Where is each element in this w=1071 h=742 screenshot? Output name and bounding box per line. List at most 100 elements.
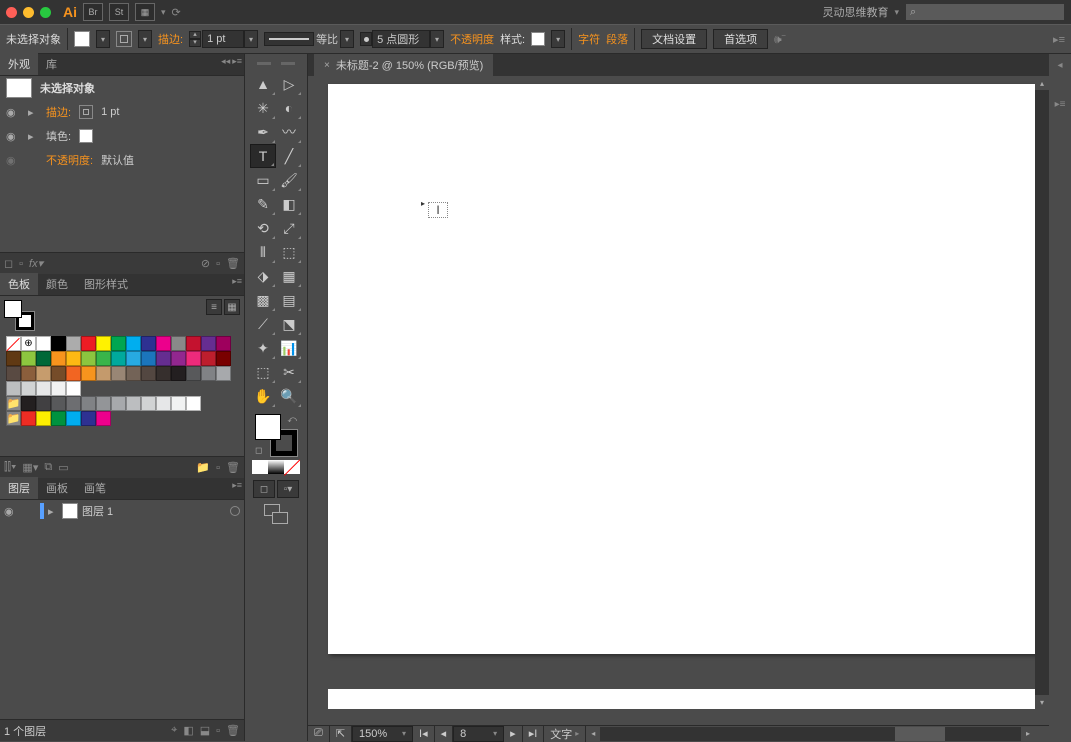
gpu-status-icon[interactable]: ⎚ bbox=[308, 726, 330, 742]
tab-swatches[interactable]: 色板 bbox=[0, 273, 38, 295]
tool-paintbrush[interactable]: 🖌 bbox=[276, 168, 302, 192]
fill-dropdown-icon[interactable]: ▾ bbox=[96, 30, 110, 48]
window-minimize-button[interactable] bbox=[23, 7, 34, 18]
tool-eyedropper[interactable]: ⟋ bbox=[250, 312, 276, 336]
layer-icon[interactable]: ▫ bbox=[19, 258, 23, 270]
fx-icon[interactable]: fx▾ bbox=[29, 257, 43, 270]
swatch-cell[interactable] bbox=[66, 381, 81, 396]
swatch-cell[interactable] bbox=[141, 396, 156, 411]
stroke-weight-dropdown-icon[interactable]: ▾ bbox=[244, 30, 258, 48]
close-tab-icon[interactable]: × bbox=[324, 60, 330, 71]
grid-view-icon[interactable]: ▦ bbox=[224, 299, 240, 315]
tab-color[interactable]: 颜色 bbox=[38, 273, 76, 295]
swap-fill-stroke-icon[interactable]: ⤺ bbox=[287, 414, 297, 425]
stroke-attr-label[interactable]: 描边: bbox=[46, 104, 71, 120]
clear-icon[interactable]: ⊘ bbox=[201, 257, 210, 270]
fill-attr-label[interactable]: 填色: bbox=[46, 128, 71, 144]
swatch-cell[interactable] bbox=[36, 336, 51, 351]
swatch-cell[interactable] bbox=[66, 336, 81, 351]
mode-none[interactable] bbox=[284, 460, 300, 474]
arrange-dropdown-icon[interactable]: ▾ bbox=[161, 7, 166, 18]
swatch-cell[interactable] bbox=[126, 351, 141, 366]
tab-artboards[interactable]: 画板 bbox=[38, 477, 76, 499]
swatch-cell[interactable] bbox=[111, 396, 126, 411]
swatch-options-icon[interactable]: ⧉ bbox=[44, 461, 52, 474]
first-artboard-icon[interactable]: I◂ bbox=[413, 726, 435, 742]
tool-blend[interactable]: ⬔ bbox=[276, 312, 302, 336]
swatch-cell[interactable] bbox=[186, 366, 201, 381]
swatch-cell[interactable] bbox=[36, 351, 51, 366]
default-fill-stroke-icon[interactable]: ◻ bbox=[255, 445, 262, 456]
swatch-cell[interactable] bbox=[201, 336, 216, 351]
swatch-cell[interactable] bbox=[96, 351, 111, 366]
swatch-cell[interactable] bbox=[51, 381, 66, 396]
tool-zoom[interactable]: 🔍 bbox=[276, 384, 302, 408]
tool-type[interactable]: T bbox=[250, 144, 276, 168]
fill-swatch[interactable] bbox=[74, 31, 90, 47]
tab-brushes[interactable]: 画笔 bbox=[76, 477, 114, 499]
tool-artboard[interactable]: ⬚ bbox=[250, 360, 276, 384]
swatch-cell[interactable] bbox=[36, 366, 51, 381]
new-art-icon[interactable]: ◻ bbox=[4, 257, 13, 270]
tool-width[interactable]: ⫴ bbox=[250, 240, 276, 264]
swatch-cell[interactable] bbox=[171, 396, 186, 411]
swatch-cell[interactable] bbox=[96, 396, 111, 411]
locate-icon[interactable]: ⌖ bbox=[171, 724, 177, 737]
swatch-registration[interactable] bbox=[21, 336, 36, 351]
tool-lasso[interactable]: ◐ bbox=[276, 96, 302, 120]
scroll-up-icon[interactable]: ▴ bbox=[1035, 76, 1049, 90]
zoom-field[interactable]: ▾ bbox=[352, 726, 413, 742]
tool-slice[interactable]: ✂ bbox=[276, 360, 302, 384]
swatch-cell[interactable] bbox=[81, 336, 96, 351]
workspace-label[interactable]: 灵动思维教育 bbox=[822, 4, 888, 20]
swatch-cell[interactable] bbox=[36, 396, 51, 411]
swatch-cell[interactable] bbox=[51, 336, 66, 351]
stroke-swatch[interactable] bbox=[116, 31, 132, 47]
new-layer-icon[interactable]: ▫ bbox=[216, 725, 220, 737]
visibility-icon[interactable]: ◉ bbox=[6, 106, 20, 119]
paragraph-label[interactable]: 段落 bbox=[606, 31, 628, 47]
dropdown-icon[interactable]: ▾ bbox=[402, 729, 406, 738]
tool-pencil[interactable]: ✎ bbox=[250, 192, 276, 216]
swatch-cell[interactable] bbox=[66, 366, 81, 381]
swatch-cell[interactable] bbox=[126, 336, 141, 351]
swatch-cell[interactable] bbox=[186, 351, 201, 366]
swatch-cell[interactable] bbox=[6, 381, 21, 396]
swatch-cell[interactable] bbox=[96, 411, 111, 426]
swatch-cell[interactable] bbox=[81, 411, 96, 426]
swatch-cell[interactable] bbox=[141, 351, 156, 366]
swatch-cell[interactable] bbox=[201, 366, 216, 381]
swatch-cell[interactable] bbox=[201, 351, 216, 366]
tool-column-graph[interactable]: 📊 bbox=[276, 336, 302, 360]
swatch-cell[interactable] bbox=[216, 336, 231, 351]
artboard-field[interactable]: ▾ bbox=[453, 726, 504, 742]
swatch-cell[interactable] bbox=[126, 366, 141, 381]
swatch-cell[interactable] bbox=[171, 351, 186, 366]
panel-menu-icon[interactable]: ▸≡ bbox=[232, 480, 242, 491]
stroke-dropdown-icon[interactable]: ▾ bbox=[138, 30, 152, 48]
swatch-cell[interactable] bbox=[21, 411, 36, 426]
layer-row[interactable]: ◉ ▸ 图层 1 bbox=[0, 500, 244, 522]
status-mode[interactable]: 文字 ▸ bbox=[544, 726, 586, 742]
tab-appearance[interactable]: 外观 bbox=[0, 53, 38, 75]
swatch-cell[interactable] bbox=[66, 351, 81, 366]
stroke-attr-swatch[interactable] bbox=[79, 105, 93, 119]
new-swatch-icon[interactable]: ▫ bbox=[216, 462, 220, 474]
swatch-cell[interactable] bbox=[81, 351, 96, 366]
dropdown-icon[interactable]: ▾ bbox=[493, 729, 497, 738]
mode-gradient[interactable] bbox=[268, 460, 284, 474]
expand-icon[interactable]: ▸ bbox=[28, 106, 38, 119]
vertical-scrollbar[interactable]: ▴ ▾ bbox=[1035, 76, 1049, 709]
swatch-cell[interactable] bbox=[51, 366, 66, 381]
clip-icon[interactable]: ◧ bbox=[183, 724, 193, 737]
scroll-right-icon[interactable]: ▸ bbox=[1021, 727, 1035, 741]
trash-icon[interactable]: 🗑 bbox=[226, 461, 240, 474]
swatch-kind-icon[interactable]: ▦▾ bbox=[22, 461, 38, 474]
tool-direct-selection[interactable]: ▷ bbox=[276, 72, 302, 96]
tool-hand[interactable]: ✋ bbox=[250, 384, 276, 408]
swatch-cell[interactable] bbox=[6, 366, 21, 381]
next-artboard-icon[interactable]: ▸ bbox=[504, 726, 523, 742]
tool-magic-wand[interactable]: ✳ bbox=[250, 96, 276, 120]
window-close-button[interactable] bbox=[6, 7, 17, 18]
visibility-icon[interactable]: ◉ bbox=[4, 505, 20, 518]
